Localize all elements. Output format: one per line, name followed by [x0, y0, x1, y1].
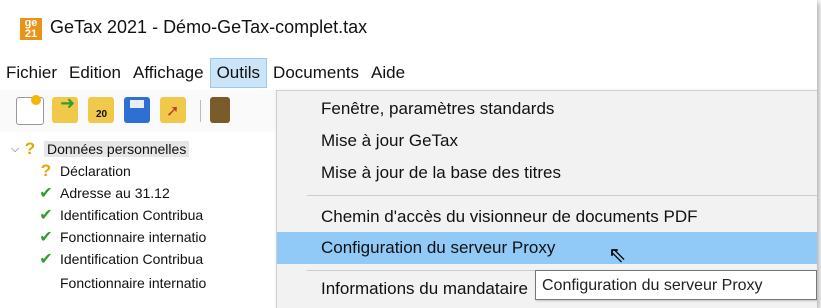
menu-item-chemin-pdf[interactable]: Chemin d'accès du visionneur de document… — [277, 201, 817, 233]
book-icon[interactable] — [210, 97, 230, 123]
menu-item-mise-a-jour-titres[interactable]: Mise à jour de la base des titres — [277, 157, 817, 189]
toolbar-divider — [200, 100, 201, 122]
question-icon: ? — [40, 161, 52, 180]
tree-root-label: Données personnelles — [44, 141, 190, 157]
menu-fichier[interactable]: Fichier — [0, 58, 63, 88]
menu-aide[interactable]: Aide — [365, 58, 411, 88]
app-icon-text-bottom: 21 — [24, 28, 38, 40]
open-2020-icon[interactable]: 20 — [88, 97, 114, 123]
tree-item-label: Identification Contribua — [60, 251, 204, 267]
app-window: ge 21 GeTax 2021 - Démo-GeTax-complet.ta… — [0, 0, 817, 308]
menu-bar: Fichier Edition Affichage Outils Documen… — [0, 58, 817, 88]
menu-separator — [307, 195, 817, 196]
tree-item-label: Fonctionnaire internatio — [60, 229, 207, 245]
menu-item-configuration-proxy[interactable]: Configuration du serveur Proxy — [277, 232, 817, 264]
menu-edition[interactable]: Edition — [63, 58, 127, 88]
mouse-pointer-icon: ⇖ — [608, 242, 627, 267]
tree-item-label: Déclaration — [60, 163, 131, 179]
menu-item-mise-a-jour-getax[interactable]: Mise à jour GeTax — [277, 125, 817, 157]
checkmark-icon: ✔ — [39, 207, 53, 224]
tree-item[interactable]: ? Déclaration — [38, 160, 131, 182]
menu-affichage[interactable]: Affichage — [127, 58, 210, 88]
tree-item-label: Identification Contribua — [60, 207, 204, 223]
tree-item[interactable]: ✔ Identification Contribua — [38, 204, 203, 226]
question-icon: ? — [24, 139, 36, 158]
tree-item[interactable]: ✔ Fonctionnaire internatio — [38, 226, 206, 248]
export-icon[interactable]: ➚ — [160, 97, 186, 123]
tooltip: Configuration du serveur Proxy — [535, 270, 817, 300]
tree-root[interactable]: ⌵ ? Données personnelles — [8, 138, 190, 160]
chevron-down-icon[interactable]: ⌵ — [8, 143, 22, 156]
tree-item[interactable]: ✔ Adresse au 31.12 — [38, 182, 170, 204]
save-icon[interactable] — [124, 97, 150, 123]
getax-app-icon: ge 21 — [20, 18, 42, 40]
checkmark-icon: ✔ — [39, 229, 53, 246]
new-document-icon[interactable] — [16, 95, 44, 125]
tree-item-label: Fonctionnaire internatio — [60, 275, 207, 291]
menu-outils[interactable]: Outils — [209, 58, 268, 88]
checkmark-icon: ✔ — [39, 251, 53, 268]
tree-item[interactable]: ✔ Identification Contribua — [38, 248, 203, 270]
tree-item-label: Adresse au 31.12 — [60, 185, 170, 201]
menu-item-fenetre-parametres[interactable]: Fenêtre, paramètres standards — [277, 93, 817, 125]
toolbar-year-label: 20 — [96, 109, 108, 120]
tree-item[interactable]: ✔ Fonctionnaire internatio — [38, 272, 206, 294]
menu-documents[interactable]: Documents — [267, 58, 365, 88]
window-title: GeTax 2021 - Démo-GeTax-complet.tax — [50, 17, 368, 37]
navigation-tree: ⌵ ? Données personnelles ? Déclaration ✔… — [0, 138, 300, 308]
title-bar: ge 21 GeTax 2021 - Démo-GeTax-complet.ta… — [0, 0, 817, 54]
checkmark-icon: ✔ — [39, 185, 53, 202]
open-folder-icon[interactable]: ➜ — [52, 93, 78, 123]
